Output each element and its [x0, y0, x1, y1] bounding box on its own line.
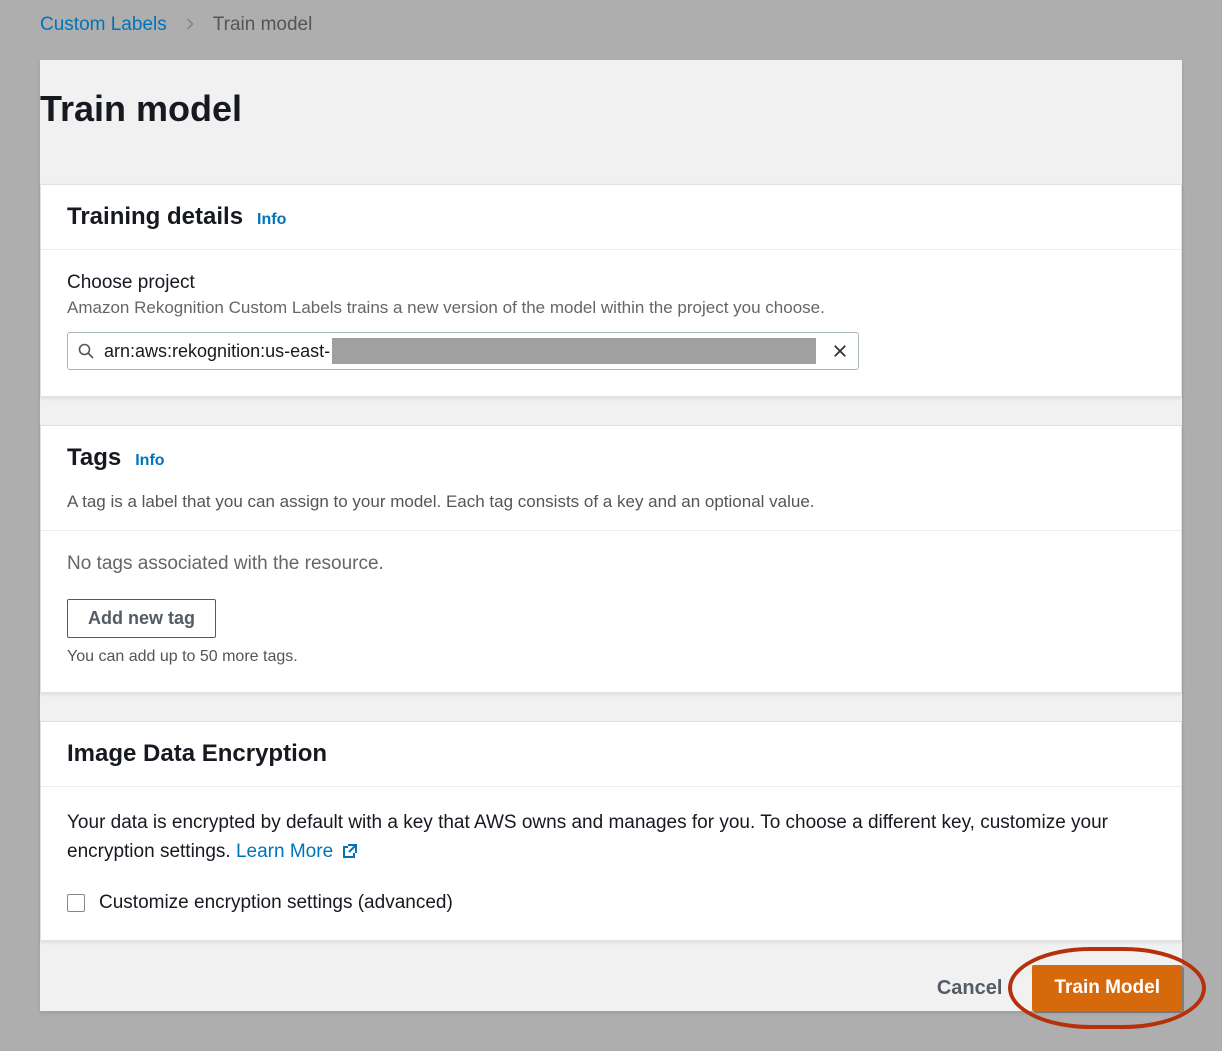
choose-project-desc: Amazon Rekognition Custom Labels trains … [67, 298, 1155, 318]
add-tag-button[interactable]: Add new tag [67, 599, 216, 638]
action-bar: Cancel Train Model [40, 941, 1182, 1011]
main-container: Train model Training details Info Choose… [40, 60, 1182, 1011]
redacted-region [332, 338, 816, 364]
panel-header-training: Training details Info [41, 185, 1181, 250]
panel-encryption: Image Data Encryption Your data is encry… [40, 721, 1182, 941]
tags-empty-text: No tags associated with the resource. [67, 553, 1155, 575]
customize-encryption-label: Customize encryption settings (advanced) [99, 892, 453, 914]
panel-header-encryption: Image Data Encryption [41, 722, 1181, 787]
project-arn-text: arn:aws:rekognition:us-east- [104, 341, 330, 362]
tags-hint: You can add up to 50 more tags. [67, 648, 1155, 666]
train-button-highlight: Train Model [1032, 965, 1182, 1011]
page-title: Train model [40, 88, 1182, 160]
breadcrumb-current: Train model [213, 14, 313, 36]
info-link-training[interactable]: Info [257, 211, 286, 229]
project-select-input[interactable]: arn:aws:rekognition:us-east- [67, 332, 859, 370]
learn-more-link[interactable]: Learn More [236, 841, 358, 862]
training-heading: Training details [67, 203, 243, 231]
customize-encryption-row: Customize encryption settings (advanced) [67, 892, 1155, 914]
panel-training-details: Training details Info Choose project Ama… [40, 184, 1182, 397]
page-root: Custom Labels Train model Train model Tr… [0, 0, 1222, 1051]
cancel-button[interactable]: Cancel [931, 967, 1009, 1010]
choose-project-label: Choose project [67, 272, 1155, 294]
panel-header-tags: Tags Info A tag is a label that you can … [41, 426, 1181, 531]
encryption-body-text: Your data is encrypted by default with a… [67, 812, 1108, 862]
panel-body-training: Choose project Amazon Rekognition Custom… [41, 250, 1181, 396]
encryption-heading: Image Data Encryption [67, 740, 327, 768]
search-icon [68, 343, 104, 359]
external-link-icon [342, 843, 358, 859]
train-model-button[interactable]: Train Model [1032, 965, 1182, 1011]
panel-group: Training details Info Choose project Ama… [40, 184, 1182, 941]
panel-tags: Tags Info A tag is a label that you can … [40, 425, 1182, 693]
learn-more-label: Learn More [236, 841, 333, 862]
breadcrumb: Custom Labels Train model [0, 0, 1222, 60]
tags-description: A tag is a label that you can assign to … [67, 492, 1155, 512]
breadcrumb-root-link[interactable]: Custom Labels [40, 14, 167, 36]
tags-heading: Tags [67, 444, 121, 472]
close-icon[interactable] [822, 333, 858, 369]
encryption-text: Your data is encrypted by default with a… [67, 809, 1155, 866]
customize-encryption-checkbox[interactable] [67, 894, 85, 912]
panel-body-encryption: Your data is encrypted by default with a… [41, 787, 1181, 940]
info-link-tags[interactable]: Info [135, 452, 164, 470]
chevron-right-icon [183, 15, 197, 36]
panel-body-tags: No tags associated with the resource. Ad… [41, 531, 1181, 692]
